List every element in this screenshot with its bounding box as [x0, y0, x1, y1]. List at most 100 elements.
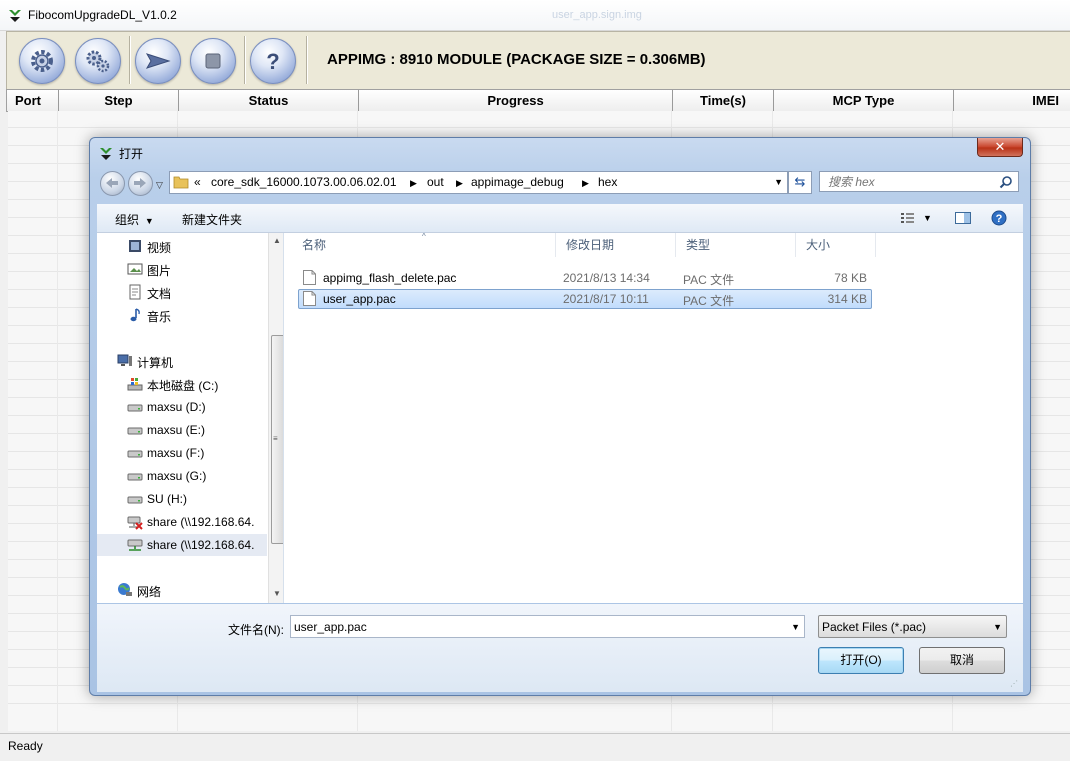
nav-item-network[interactable]: 网络 — [97, 579, 267, 601]
search-icon[interactable] — [999, 175, 1013, 189]
back-button[interactable] — [100, 171, 125, 196]
nav-item-share-disconnected[interactable]: share (\\192.168.64. — [97, 511, 267, 533]
start-button[interactable] — [135, 38, 181, 84]
folder-icon — [173, 176, 189, 189]
address-bar[interactable]: « core_sdk_16000.1073.00.06.02.01 ▶ out … — [169, 171, 788, 194]
sort-ascending-icon: ^ — [422, 232, 426, 241]
app-logo-icon — [100, 148, 112, 160]
advanced-settings-button[interactable] — [75, 38, 121, 84]
file-date: 2021/8/17 10:11 — [563, 292, 649, 306]
view-options-icon[interactable] — [900, 210, 918, 226]
column-header-imei[interactable]: IMEI — [954, 90, 1070, 111]
refresh-icon: ⇆ — [794, 174, 806, 189]
help-icon: ? — [266, 49, 279, 74]
breadcrumb-out[interactable]: out — [427, 175, 444, 189]
breadcrumb-overflow[interactable]: « — [194, 175, 201, 189]
stop-button[interactable] — [190, 38, 236, 84]
settings-button[interactable] — [19, 38, 65, 84]
nav-item-drive-e[interactable]: maxsu (E:) — [97, 419, 267, 441]
nav-item-label: share (\\192.168.64. — [147, 538, 255, 552]
file-type: PAC 文件 — [683, 273, 735, 287]
filename-label: 文件名(N): — [228, 623, 284, 637]
nav-item-drive-g[interactable]: maxsu (G:) — [97, 465, 267, 487]
nav-item-drive-d[interactable]: maxsu (D:) — [97, 396, 267, 418]
music-library-icon — [130, 308, 140, 322]
nav-item-computer[interactable]: 计算机 — [97, 350, 267, 372]
address-dropdown-icon[interactable]: ▼ — [774, 177, 783, 187]
column-header-type[interactable]: 类型 — [676, 233, 796, 257]
column-header-label: 名称 — [302, 238, 327, 252]
nav-item-label: 音乐 — [147, 310, 172, 324]
column-header-size[interactable]: 大小 — [796, 233, 876, 257]
help-icon[interactable]: ? — [990, 210, 1008, 226]
view-dropdown-icon[interactable]: ▼ — [923, 213, 932, 223]
toolbar-separator — [244, 36, 246, 84]
column-header-progress[interactable]: Progress — [359, 90, 673, 111]
nav-item-label: share (\\192.168.64. — [147, 515, 255, 529]
column-header-step[interactable]: Step — [59, 90, 179, 111]
search-input[interactable] — [828, 174, 998, 189]
video-library-icon — [129, 240, 141, 252]
navigation-pane: 视频 图片 文档 音乐 计算机 本地磁盘 (C:) maxsu (D:) max… — [97, 233, 284, 603]
computer-icon — [117, 354, 132, 366]
breadcrumb-chevron-icon[interactable]: ▶ — [456, 178, 463, 189]
column-header-status[interactable]: Status — [179, 90, 359, 111]
column-header-time[interactable]: Time(s) — [673, 90, 774, 111]
breadcrumb-chevron-icon[interactable]: ▶ — [582, 178, 589, 189]
column-header-date-modified[interactable]: 修改日期 — [556, 233, 676, 257]
command-bar: 组织 ▼ 新建文件夹 ▼ ? — [97, 204, 1023, 233]
preview-pane-icon[interactable] — [954, 210, 972, 226]
breadcrumb-appimage-debug[interactable]: appimage_debug — [471, 175, 564, 189]
search-box[interactable] — [819, 171, 1019, 192]
network-icon — [118, 583, 132, 596]
breadcrumb-hex[interactable]: hex — [598, 175, 617, 189]
nav-item-label: maxsu (D:) — [147, 400, 206, 414]
nav-item-drive-c[interactable]: 本地磁盘 (C:) — [97, 373, 267, 395]
nav-item-label: 视频 — [147, 241, 172, 255]
chevron-down-icon: ▼ — [142, 216, 154, 226]
nav-item-label: 计算机 — [137, 356, 174, 370]
nav-item-drive-f[interactable]: maxsu (F:) — [97, 442, 267, 464]
nav-item-share-connected[interactable]: share (\\192.168.64. — [97, 534, 267, 556]
navigation-pane-scrollbar[interactable]: ▲ ≡ ▼ — [268, 233, 283, 603]
nav-item-pictures[interactable]: 图片 — [97, 258, 267, 280]
open-button[interactable]: 打开(O) — [818, 647, 904, 674]
help-button[interactable]: ? — [250, 38, 296, 84]
file-row[interactable]: appimg_flash_delete.pac 2021/8/13 14:34 … — [298, 268, 872, 288]
scroll-down-icon[interactable]: ▼ — [273, 589, 281, 598]
nav-item-music[interactable]: 音乐 — [97, 304, 267, 326]
dialog-close-button[interactable]: ✕ — [977, 138, 1023, 157]
filename-combobox[interactable]: ▼ — [290, 615, 805, 638]
chevron-down-icon[interactable]: ▼ — [791, 622, 800, 632]
new-folder-button[interactable]: 新建文件夹 — [182, 211, 242, 228]
status-text: Ready — [8, 739, 43, 753]
file-row-selected[interactable]: user_app.pac 2021/8/17 10:11 PAC 文件 314 … — [298, 289, 872, 309]
organize-menu[interactable]: 组织 ▼ — [115, 211, 154, 228]
nav-item-label: 网络 — [137, 585, 162, 599]
network-drive-disconnected-icon — [127, 516, 143, 530]
drive-icon — [127, 427, 143, 435]
filename-input[interactable] — [294, 619, 774, 635]
column-header-name[interactable]: 名称 ^ — [292, 232, 556, 257]
recent-locations-dropdown-icon[interactable]: ▽ — [156, 180, 163, 191]
chevron-down-icon[interactable]: ▼ — [993, 622, 1002, 632]
device-grid-header: Port Step Status Progress Time(s) MCP Ty… — [6, 89, 1070, 112]
file-type-filter-select[interactable]: Packet Files (*.pac) ▼ — [818, 615, 1007, 638]
column-header-mcp-type[interactable]: MCP Type — [774, 90, 954, 111]
gears-icon — [86, 50, 110, 73]
breadcrumb-core-sdk[interactable]: core_sdk_16000.1073.00.06.02.01 — [211, 175, 397, 189]
nav-item-videos[interactable]: 视频 — [97, 235, 267, 257]
forward-button[interactable] — [128, 171, 153, 196]
refresh-button[interactable]: ⇆ — [788, 171, 812, 194]
nav-item-documents[interactable]: 文档 — [97, 281, 267, 303]
resize-grip-icon[interactable]: ⋰ — [1010, 679, 1020, 689]
send-arrow-icon — [145, 53, 171, 69]
column-header-port[interactable]: Port — [7, 90, 59, 111]
file-type-filter-value: Packet Files (*.pac) — [822, 620, 927, 634]
nav-item-label: maxsu (F:) — [147, 446, 205, 460]
scroll-up-icon[interactable]: ▲ — [273, 236, 281, 245]
nav-item-drive-h[interactable]: SU (H:) — [97, 488, 267, 510]
cancel-button[interactable]: 取消 — [919, 647, 1005, 674]
toolbar-separator — [306, 36, 308, 84]
breadcrumb-chevron-icon[interactable]: ▶ — [410, 178, 417, 189]
